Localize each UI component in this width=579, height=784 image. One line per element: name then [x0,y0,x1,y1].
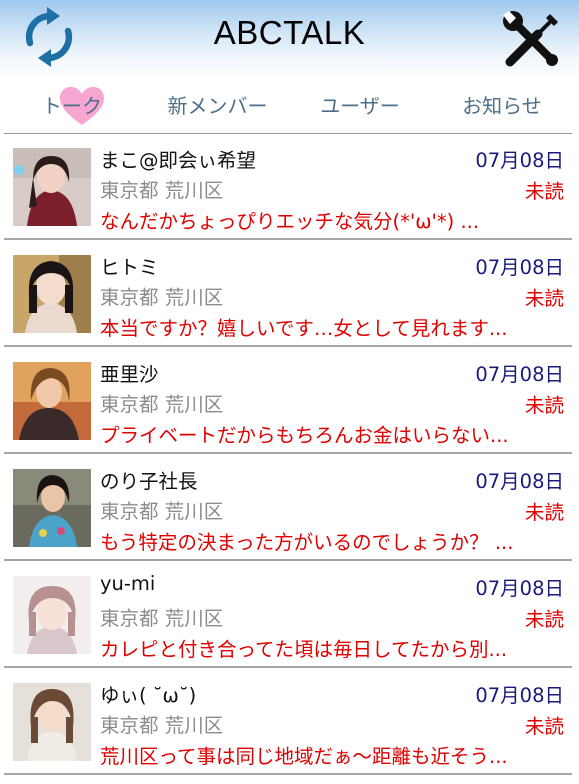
app-header: ABCTALK [0,0,579,80]
unread-status: 未読 [524,715,564,738]
avatar [13,683,91,761]
conversation-row[interactable]: のり子社長 07月08日 東京都 荒川区 未読 もう特定の決まった方がいるのでし… [4,455,572,561]
unread-status: 未読 [524,287,564,310]
message-preview: カレピと付き合ってた頃は毎日してたから別... [100,638,508,661]
message-preview: 荒川区って事は同じ地域だぁ～距離も近そう... [100,745,508,768]
message-preview: プライベートだからもちろんお金はいらない... [100,424,509,447]
contact-location: 東京都 荒川区 [100,286,224,309]
contact-location: 東京都 荒川区 [100,393,224,416]
app-title: ABCTALK [213,14,366,51]
contact-location: 東京都 荒川区 [100,500,224,523]
tab-users-label: ユーザー [320,94,400,118]
row-divider [4,345,572,347]
message-preview: もう特定の決まった方がいるのでしょうか？ ... [100,531,514,554]
avatar [13,148,91,226]
contact-name: 亜里沙 [100,363,159,386]
row-divider [4,559,572,561]
message-preview: 本当ですか？嬉しいです…女として見れます... [100,317,508,340]
message-date: 07月08日 [475,577,564,600]
contact-location: 東京都 荒川区 [100,607,224,630]
conversation-row[interactable]: 亜里沙 07月08日 東京都 荒川区 未読 プライベートだからもちろんお金はいら… [4,348,572,454]
avatar [13,255,91,333]
tab-users[interactable]: ユーザー [300,80,420,132]
contact-name: ゆぃ( ˘ω˘) [100,684,197,707]
row-divider [4,452,572,454]
avatar [13,576,91,654]
tools-settings-icon [503,11,558,67]
contact-name: yu-mi [100,572,156,595]
conversation-row[interactable]: ヒトミ 07月08日 東京都 荒川区 未読 本当ですか？嬉しいです…女として見れ… [4,241,572,347]
message-preview: なんだかちょっぴりエッチな気分(*'ω'*) ... [100,210,480,233]
unread-status: 未読 [524,180,564,203]
contact-name: まこ@即会ぃ希望 [100,149,257,172]
message-date: 07月08日 [475,363,564,386]
tab-talk[interactable]: トーク [8,80,136,132]
message-date: 07月08日 [475,684,564,707]
conversation-row[interactable]: ゆぃ( ˘ω˘) 07月08日 東京都 荒川区 未読 荒川区って事は同じ地域だぁ… [4,669,572,775]
row-divider [4,238,572,240]
row-divider [4,773,572,775]
tab-new-members[interactable]: 新メンバー [150,80,285,132]
tab-talk-label: トーク [42,94,102,118]
unread-status: 未読 [524,501,564,524]
contact-location: 東京都 荒川区 [100,714,224,737]
tab-notices-label: お知らせ [462,94,542,118]
contact-location: 東京都 荒川区 [100,179,224,202]
settings-button[interactable] [500,8,562,70]
conversation-row[interactable]: まこ@即会ぃ希望 07月08日 東京都 荒川区 未読 なんだかちょっぴりエッチな… [4,134,572,240]
avatar [13,469,91,547]
conversation-row[interactable]: yu-mi 07月08日 東京都 荒川区 未読 カレピと付き合ってた頃は毎日して… [4,562,572,668]
tab-bar: トーク 新メンバー ユーザー お知らせ [0,80,579,132]
message-date: 07月08日 [475,149,564,172]
contact-name: ヒトミ [100,256,159,279]
tab-new-members-label: 新メンバー [167,94,268,118]
unread-status: 未読 [524,394,564,417]
unread-status: 未読 [524,608,564,631]
row-divider [4,666,572,668]
contact-name: のり子社長 [100,470,198,493]
avatar [13,362,91,440]
message-date: 07月08日 [475,256,564,279]
tab-notices[interactable]: お知らせ [440,80,564,132]
message-date: 07月08日 [475,470,564,493]
